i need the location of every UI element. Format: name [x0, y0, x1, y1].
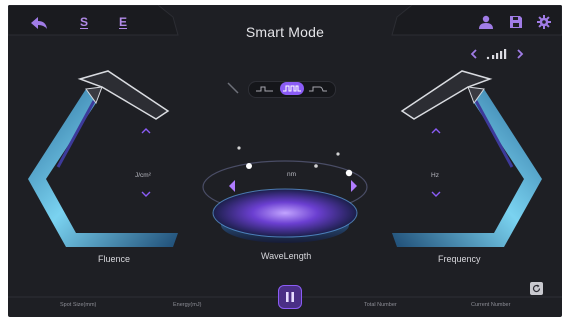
pulse-mode-2[interactable] [280, 82, 304, 95]
wavelength-unit: nm [287, 171, 297, 178]
frequency-decrease-button[interactable] [431, 191, 441, 198]
chevron-left-icon[interactable] [470, 49, 478, 59]
pulse-mode-3[interactable] [308, 84, 328, 94]
save-icon[interactable] [509, 15, 523, 29]
energy-label: Energy(mJ) [173, 302, 202, 308]
right-handpiece-illustration [392, 70, 542, 247]
wavelength-next-button[interactable] [349, 179, 359, 193]
frequency-label: Frequency [438, 254, 481, 264]
fluence-label: Fluence [98, 254, 131, 264]
reset-button[interactable] [530, 282, 543, 295]
frequency-increase-button[interactable] [431, 127, 441, 134]
fluence-decrease-button[interactable] [141, 191, 151, 198]
signal-bars-icon [486, 49, 507, 60]
spot-size-label: Spot Size(mm) [60, 302, 97, 308]
wavelength-dial-illustration [202, 146, 368, 243]
wavelength-label: WaveLength [261, 251, 312, 261]
pulse-mode-2-glyph [283, 85, 301, 92]
current-number-label: Current Number [471, 302, 511, 308]
total-number-label: Total Number [364, 302, 397, 308]
pause-button[interactable] [278, 285, 302, 309]
pulse-mode-1[interactable] [255, 84, 275, 94]
fluence-unit: J/cm² [135, 172, 151, 179]
fluence-increase-button[interactable] [141, 127, 151, 134]
frequency-unit: Hz [431, 172, 439, 179]
left-handpiece-illustration [28, 70, 178, 247]
settings-gear-icon[interactable] [537, 15, 551, 29]
reset-icon [532, 284, 541, 293]
user-icon[interactable] [478, 15, 494, 30]
pause-icon [286, 292, 294, 302]
smart-mode-screen: S E Smart Mode J/cm² Fluence Hz Frequenc… [8, 5, 562, 317]
wavelength-prev-button[interactable] [227, 179, 237, 193]
chevron-right-icon[interactable] [516, 49, 524, 59]
probe-icon [227, 82, 239, 94]
